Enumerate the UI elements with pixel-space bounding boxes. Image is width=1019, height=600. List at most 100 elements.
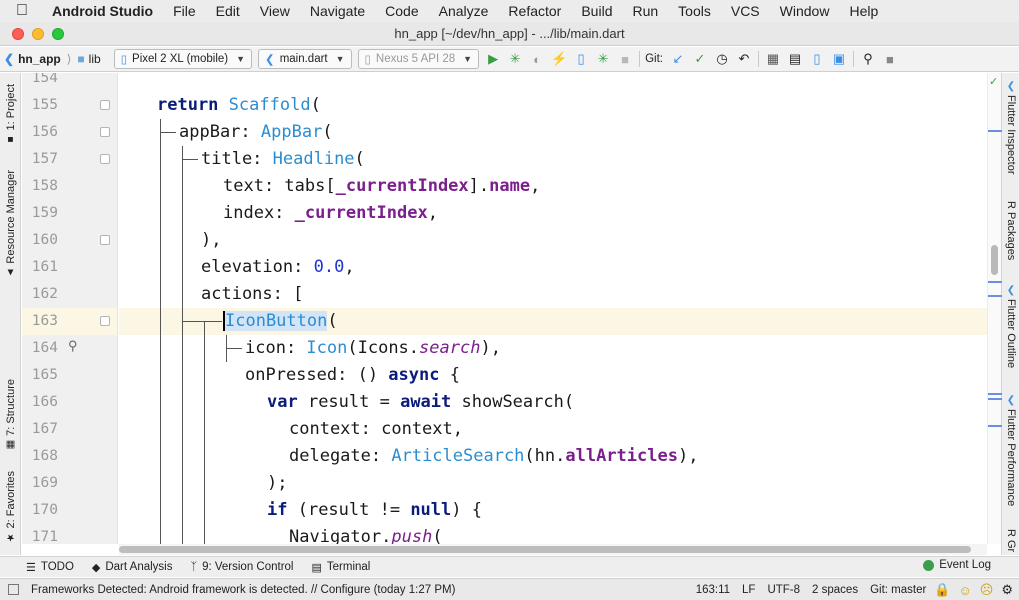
project-structure-icon[interactable]: ▦ bbox=[762, 49, 784, 69]
history-icon[interactable]: ◷ bbox=[711, 49, 733, 69]
fold-marker[interactable] bbox=[100, 235, 110, 245]
menu-bar:  Android Studio File Edit View Navigate… bbox=[0, 0, 1019, 22]
breadcrumb-folder-label: lib bbox=[88, 52, 101, 66]
device-selector[interactable]: ▯ Pixel 2 XL (mobile) ▼ bbox=[113, 49, 253, 69]
breadcrumb-project[interactable]: ❮ hn_app bbox=[0, 52, 65, 66]
apple-icon[interactable]:  bbox=[0, 2, 44, 20]
menu-refactor[interactable]: Refactor bbox=[498, 3, 571, 19]
git-commit-icon[interactable]: ✓ bbox=[689, 49, 711, 69]
no-problems-icon: ✓ bbox=[989, 76, 999, 88]
menu-file[interactable]: File bbox=[163, 3, 206, 19]
horizontal-scroll-thumb[interactable] bbox=[119, 546, 971, 553]
tab-project[interactable]: ■ 1: Project bbox=[0, 81, 21, 151]
menu-edit[interactable]: Edit bbox=[206, 3, 250, 19]
line-number: 158 bbox=[31, 178, 58, 194]
fold-marker[interactable] bbox=[100, 100, 110, 110]
run-config-selector[interactable]: ❮ main.dart ▼ bbox=[258, 49, 352, 69]
search-icon[interactable]: ⚲ bbox=[857, 49, 879, 69]
code-editor[interactable]: return Scaffold( appBar: AppBar( title: … bbox=[119, 73, 987, 544]
git-update-icon[interactable]: ↙ bbox=[667, 49, 689, 69]
indent-setting[interactable]: 2 spaces bbox=[812, 584, 858, 596]
status-bar: Frameworks Detected: Android framework i… bbox=[0, 578, 1019, 600]
chevron-down-icon: ▼ bbox=[335, 54, 345, 64]
menu-navigate[interactable]: Navigate bbox=[300, 3, 375, 19]
sdk-manager-icon[interactable]: ▣ bbox=[828, 49, 850, 69]
run-with-coverage-icon[interactable]: ◐ bbox=[526, 49, 548, 69]
apply-changes-icon[interactable]: ▯ bbox=[570, 49, 592, 69]
vertical-scrollbar[interactable]: ✓ bbox=[987, 73, 1002, 544]
tab-todo[interactable]: ☰ TODO bbox=[0, 561, 83, 574]
menu-run[interactable]: Run bbox=[622, 3, 668, 19]
window-title: hn_app [~/dev/hn_app] - .../lib/main.dar… bbox=[394, 26, 625, 41]
folder-icon: ■ bbox=[4, 133, 16, 145]
stop-icon[interactable]: ■ bbox=[614, 49, 636, 69]
vertical-scroll-thumb[interactable] bbox=[991, 245, 998, 275]
menu-view[interactable]: View bbox=[250, 3, 300, 19]
breadcrumb-folder[interactable]: ■ lib bbox=[73, 52, 104, 66]
line-number: 169 bbox=[31, 475, 58, 491]
avatar[interactable]: ■ bbox=[879, 49, 901, 69]
left-tool-strip: ■ 1: Project ▲ Resource Manager ▦ 7: Str… bbox=[0, 73, 21, 555]
code-line-163: IconButton( bbox=[223, 311, 338, 331]
code-line-168: delegate: ArticleSearch(hn.allArticles), bbox=[289, 446, 699, 466]
revert-icon[interactable]: ↶ bbox=[733, 49, 755, 69]
code-line-156: appBar: AppBar( bbox=[179, 122, 333, 142]
menu-code[interactable]: Code bbox=[375, 3, 428, 19]
tab-r-packages-label: R Packages bbox=[1005, 201, 1017, 261]
smiley-icon[interactable]: ☺ bbox=[959, 583, 972, 598]
flutter-icon: ❮ bbox=[1006, 285, 1016, 296]
line-number: 166 bbox=[31, 394, 58, 410]
menu-help[interactable]: Help bbox=[839, 3, 888, 19]
device-manager-icon[interactable]: ▯ bbox=[806, 49, 828, 69]
line-separator[interactable]: LF bbox=[742, 584, 755, 596]
tab-flutter-outline[interactable]: ❮ Flutter Outline bbox=[1002, 285, 1019, 368]
tab-r-packages[interactable]: R Packages bbox=[1002, 201, 1019, 260]
breadcrumb-separator: ⟩ bbox=[66, 52, 72, 66]
line-number: 163 bbox=[31, 313, 58, 329]
fold-marker[interactable] bbox=[100, 154, 110, 164]
git-branch[interactable]: Git: master bbox=[870, 584, 926, 596]
line-number: 154 bbox=[31, 73, 58, 86]
fold-marker[interactable] bbox=[100, 316, 110, 326]
editor-gutter: 154 155 156 157 158 159 160 161 162 163 … bbox=[22, 73, 118, 544]
tab-dart-analysis[interactable]: ◆ Dart Analysis bbox=[83, 561, 182, 574]
avd-selector[interactable]: ▯ Nexus 5 API 28 ▼ bbox=[357, 49, 480, 69]
terminal-icon[interactable]: ▤ bbox=[784, 49, 806, 69]
menu-tools[interactable]: Tools bbox=[668, 3, 721, 19]
tab-terminal[interactable]: ▤ Terminal bbox=[303, 561, 380, 574]
run-icon[interactable]: ▶ bbox=[482, 49, 504, 69]
menu-vcs[interactable]: VCS bbox=[721, 3, 770, 19]
hot-reload-icon[interactable]: ⚡ bbox=[548, 49, 570, 69]
sad-face-icon[interactable]: ☹ bbox=[980, 582, 994, 598]
tab-flutter-inspector[interactable]: ❮ Flutter Inspector bbox=[1002, 81, 1019, 174]
menu-app-name[interactable]: Android Studio bbox=[44, 3, 163, 19]
file-encoding[interactable]: UTF-8 bbox=[767, 584, 800, 596]
status-message[interactable]: Frameworks Detected: Android framework i… bbox=[0, 584, 455, 596]
tab-favorites-label: 2: Favorites bbox=[4, 470, 17, 529]
horizontal-scrollbar[interactable] bbox=[119, 544, 987, 555]
tab-r-graphics-label: R Gr bbox=[1005, 529, 1017, 553]
avd-icon: ▯ bbox=[364, 54, 371, 66]
tab-flutter-performance[interactable]: ❮ Flutter Performance bbox=[1002, 395, 1019, 506]
caret-position[interactable]: 163:11 bbox=[696, 584, 730, 596]
menu-window[interactable]: Window bbox=[770, 3, 840, 19]
tab-resource-manager[interactable]: ▲ Resource Manager bbox=[0, 165, 21, 285]
fold-marker[interactable] bbox=[100, 127, 110, 137]
tab-r-graphics[interactable]: R Gr bbox=[1002, 529, 1019, 552]
menu-build[interactable]: Build bbox=[571, 3, 622, 19]
menu-analyze[interactable]: Analyze bbox=[429, 3, 499, 19]
tab-favorites[interactable]: ★ 2: Favorites bbox=[0, 465, 21, 551]
tab-version-control[interactable]: ᛉ 9: Version Control bbox=[181, 561, 302, 573]
debug-icon[interactable]: ✳ bbox=[504, 49, 526, 69]
attach-debugger-icon[interactable]: ✳ bbox=[592, 49, 614, 69]
lock-icon[interactable]: 🔒 bbox=[934, 582, 950, 598]
tab-structure[interactable]: ▦ 7: Structure bbox=[0, 371, 21, 461]
event-log-button[interactable]: Event Log bbox=[923, 559, 991, 571]
line-number: 168 bbox=[31, 448, 58, 464]
code-line-164: icon: Icon(Icons.search), bbox=[245, 338, 501, 358]
memory-indicator-icon[interactable]: ⚙ bbox=[1001, 582, 1013, 598]
tool-window-bar: ☰ TODO ◆ Dart Analysis ᛉ 9: Version Cont… bbox=[0, 556, 1019, 577]
line-number: 171 bbox=[31, 529, 58, 544]
search-icon[interactable]: ⚲ bbox=[68, 338, 78, 354]
tool-windows-toggle-icon[interactable] bbox=[8, 584, 19, 595]
